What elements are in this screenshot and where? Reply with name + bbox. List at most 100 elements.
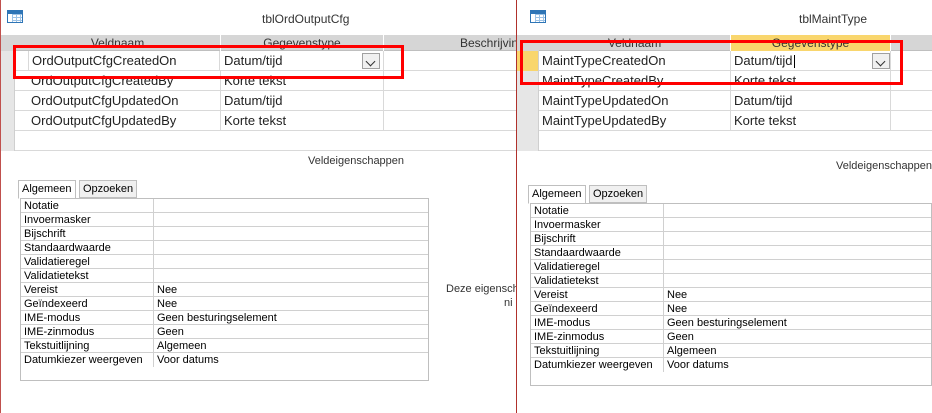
row-selector[interactable] <box>1 131 15 151</box>
row-selector[interactable] <box>517 111 539 131</box>
property-value[interactable]: Geen <box>154 325 184 339</box>
property-value[interactable]: Geen besturingselement <box>664 316 787 330</box>
table-row[interactable]: OrdOutputCfgCreatedOn Datum/tijd <box>1 51 516 71</box>
field-name-cell[interactable]: MaintTypeUpdatedBy <box>539 111 731 131</box>
empty-row[interactable] <box>1 131 516 151</box>
field-name-cell[interactable]: MaintTypeCreatedOn <box>539 51 731 71</box>
table-row[interactable]: MaintTypeCreatedBy Korte tekst <box>517 71 932 91</box>
field-name-cell[interactable]: OrdOutputCfgUpdatedBy <box>28 111 221 131</box>
table-row[interactable]: MaintTypeUpdatedBy Korte tekst <box>517 111 932 131</box>
row-selector[interactable] <box>1 71 15 91</box>
field-name-cell[interactable]: MaintTypeUpdatedOn <box>539 91 731 111</box>
table-row[interactable]: OrdOutputCfgCreatedBy Korte tekst <box>1 71 516 91</box>
property-row[interactable]: Bijschrift <box>21 227 428 241</box>
property-row[interactable]: Notatie <box>531 204 931 218</box>
property-value[interactable] <box>154 199 157 213</box>
row-selector[interactable] <box>517 51 539 71</box>
table-design-window-ordoutputcfg: tblOrdOutputCfg Veldnaam Gegevenstype Be… <box>0 0 516 413</box>
chevron-down-icon[interactable] <box>872 53 890 69</box>
property-value[interactable] <box>154 255 157 269</box>
property-row[interactable]: Validatieregel <box>531 260 931 274</box>
table-row[interactable]: OrdOutputCfgUpdatedBy Korte tekst <box>1 111 516 131</box>
property-row[interactable]: Validatieregel <box>21 255 428 269</box>
window-titlebar[interactable]: tblOrdOutputCfg <box>1 0 516 35</box>
property-value[interactable]: Algemeen <box>664 344 717 358</box>
property-value[interactable] <box>154 269 157 283</box>
field-name-cell[interactable]: OrdOutputCfgCreatedBy <box>28 71 221 91</box>
data-type-cell[interactable]: Korte tekst <box>221 71 384 91</box>
property-value[interactable]: Nee <box>664 302 687 316</box>
property-row[interactable]: Validatietekst <box>21 269 428 283</box>
property-value[interactable]: Nee <box>664 288 687 302</box>
property-value[interactable]: Nee <box>154 283 177 297</box>
tab-opzoeken[interactable]: Opzoeken <box>79 180 138 198</box>
property-row[interactable]: Datumkiezer weergeven Voor datums <box>21 353 428 367</box>
property-value[interactable] <box>664 274 667 288</box>
data-type-cell[interactable]: Korte tekst <box>221 111 384 131</box>
row-selector[interactable] <box>517 71 539 91</box>
data-type-cell[interactable]: Datum/tijd <box>221 51 384 71</box>
property-value[interactable]: Algemeen <box>154 339 207 353</box>
property-value[interactable] <box>154 213 157 227</box>
window-titlebar[interactable]: tblMaintType <box>517 0 932 35</box>
property-value[interactable] <box>664 218 667 232</box>
property-row[interactable]: Standaardwaarde <box>21 241 428 255</box>
field-name-cell[interactable]: MaintTypeCreatedBy <box>539 71 731 91</box>
row-selector[interactable] <box>1 51 15 71</box>
property-row[interactable]: Datumkiezer weergeven Voor datums <box>531 358 931 372</box>
row-selector[interactable] <box>1 111 15 131</box>
field-name-cell[interactable]: OrdOutputCfgCreatedOn <box>28 51 220 71</box>
table-row[interactable]: MaintTypeUpdatedOn Datum/tijd <box>517 91 932 111</box>
table-row[interactable]: OrdOutputCfgUpdatedOn Datum/tijd <box>1 91 516 111</box>
data-type-cell[interactable]: Datum/tijd <box>221 91 384 111</box>
property-row[interactable]: Vereist Nee <box>21 283 428 297</box>
row-selector[interactable] <box>1 91 15 111</box>
property-row[interactable]: IME-modus Geen besturingselement <box>531 316 931 330</box>
empty-row[interactable] <box>517 131 932 151</box>
row-selector[interactable] <box>517 131 539 151</box>
data-type-cell[interactable]: Korte tekst <box>731 71 891 91</box>
property-value[interactable]: Nee <box>154 297 177 311</box>
property-row[interactable]: Invoermasker <box>531 218 931 232</box>
data-type-cell[interactable]: Korte tekst <box>731 111 891 131</box>
property-row[interactable]: Notatie <box>21 199 428 213</box>
column-header-veldnaam[interactable]: Veldnaam <box>15 35 221 51</box>
property-row[interactable]: Standaardwaarde <box>531 246 931 260</box>
property-row[interactable]: Vereist Nee <box>531 288 931 302</box>
data-type-cell[interactable]: Datum/tijd <box>731 91 891 111</box>
property-row[interactable]: Tekstuitlijning Algemeen <box>21 339 428 353</box>
property-value[interactable]: Geen <box>664 330 694 344</box>
property-row[interactable]: IME-zinmodus Geen <box>21 325 428 339</box>
property-value[interactable] <box>664 232 667 246</box>
tab-algemeen[interactable]: Algemeen <box>18 180 76 199</box>
property-row[interactable]: Validatietekst <box>531 274 931 288</box>
property-row[interactable]: Geïndexeerd Nee <box>531 302 931 316</box>
property-row[interactable]: IME-zinmodus Geen <box>531 330 931 344</box>
tab-opzoeken[interactable]: Opzoeken <box>589 185 648 203</box>
tab-algemeen[interactable]: Algemeen <box>528 185 586 204</box>
row-selector[interactable] <box>517 91 539 111</box>
chevron-down-icon[interactable] <box>362 53 380 69</box>
property-value[interactable] <box>664 204 667 218</box>
column-header-beschrijving[interactable]: Beschrijving <box>384 35 516 51</box>
property-row[interactable]: Geïndexeerd Nee <box>21 297 428 311</box>
data-type-cell[interactable]: Datum/tijd <box>731 51 891 71</box>
property-value[interactable] <box>154 227 157 241</box>
property-row[interactable]: Tekstuitlijning Algemeen <box>531 344 931 358</box>
property-value[interactable] <box>664 246 667 260</box>
property-row[interactable]: Bijschrift <box>531 232 931 246</box>
field-name-cell[interactable]: OrdOutputCfgUpdatedOn <box>28 91 221 111</box>
property-name: Tekstuitlijning <box>21 339 154 353</box>
column-header-gegevenstype[interactable]: Gegevenstype <box>731 35 891 51</box>
property-name: Validatieregel <box>21 255 154 269</box>
property-value[interactable] <box>664 260 667 274</box>
property-value[interactable]: Voor datums <box>664 358 729 372</box>
property-row[interactable]: IME-modus Geen besturingselement <box>21 311 428 325</box>
table-row[interactable]: MaintTypeCreatedOn Datum/tijd <box>517 51 932 71</box>
column-header-veldnaam[interactable]: Veldnaam <box>539 35 731 51</box>
property-value[interactable] <box>154 241 157 255</box>
column-header-gegevenstype[interactable]: Gegevenstype <box>221 35 384 51</box>
property-value[interactable]: Geen besturingselement <box>154 311 277 325</box>
property-row[interactable]: Invoermasker <box>21 213 428 227</box>
property-value[interactable]: Voor datums <box>154 353 219 367</box>
